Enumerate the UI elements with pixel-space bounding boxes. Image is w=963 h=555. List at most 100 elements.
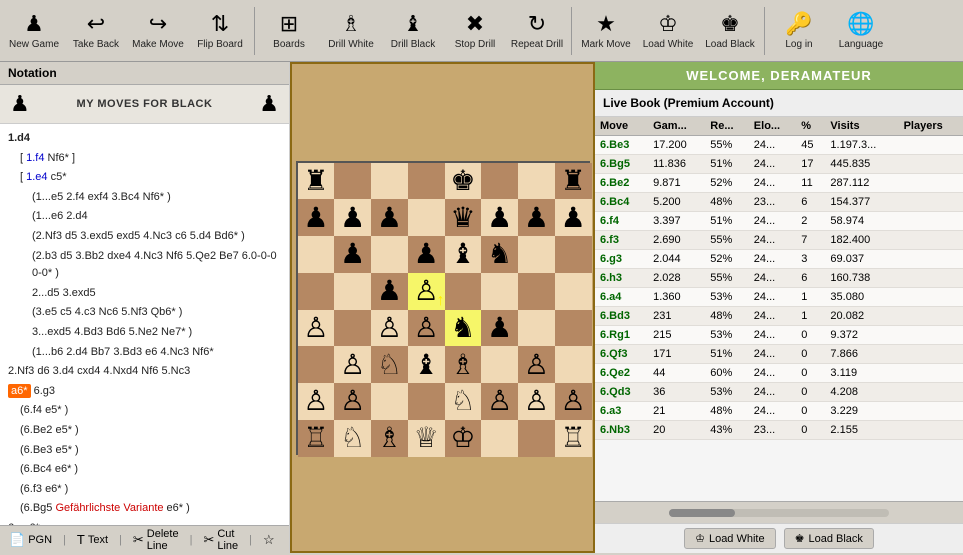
cell-a8[interactable]: ♜ xyxy=(298,163,335,200)
cell-f8[interactable] xyxy=(481,163,518,200)
cell-f5[interactable] xyxy=(481,273,518,310)
drill-black-button[interactable]: ♝ Drill Black xyxy=(383,3,443,59)
cell-e4[interactable]: ♞ xyxy=(445,310,482,347)
scrollbar-thumb[interactable] xyxy=(669,509,735,517)
cell-c3[interactable]: ♘ xyxy=(371,346,408,383)
repeat-drill-button[interactable]: ↻ Repeat Drill xyxy=(507,3,567,59)
table-row[interactable]: 6.Rg121553%24...09.372 xyxy=(595,326,963,345)
cell-h6[interactable] xyxy=(555,236,592,273)
cut-line-button[interactable]: ✂ Cut Line xyxy=(198,525,243,555)
cell-c2[interactable] xyxy=(371,383,408,420)
cell-a3[interactable] xyxy=(298,346,335,383)
notation-content[interactable]: 1.d4 [ 1.f4 Nf6* ] [ 1.e4 c5* (1...e5 2.… xyxy=(0,124,289,525)
table-row[interactable]: 6.f43.39751%24...258.974 xyxy=(595,212,963,231)
cell-h8[interactable]: ♜ xyxy=(555,163,592,200)
cell-h7[interactable]: ♟ xyxy=(555,199,592,236)
cell-c1[interactable]: ♗ xyxy=(371,420,408,457)
cell-d1[interactable]: ♕ xyxy=(408,420,445,457)
table-row[interactable]: 6.Bd323148%24...120.082 xyxy=(595,307,963,326)
cell-a4[interactable]: ♙ xyxy=(298,310,335,347)
move-cell[interactable]: 6.Qd3 xyxy=(595,383,648,402)
cell-g7[interactable]: ♟ xyxy=(518,199,555,236)
make-move-button[interactable]: ↪ Make Move xyxy=(128,3,188,59)
cell-d8[interactable] xyxy=(408,163,445,200)
text-button[interactable]: T Text xyxy=(72,529,113,550)
cell-e8[interactable]: ♚ xyxy=(445,163,482,200)
cell-h3[interactable] xyxy=(555,346,592,383)
move-cell[interactable]: 6.Qe2 xyxy=(595,364,648,383)
cell-a1[interactable]: ♖ xyxy=(298,420,335,457)
move-cell[interactable]: 6.Be2 xyxy=(595,174,648,193)
table-row[interactable]: 6.Be29.87152%24...11287.112 xyxy=(595,174,963,193)
move-cell[interactable]: 6.h3 xyxy=(595,269,648,288)
cell-f2[interactable]: ♙ xyxy=(481,383,518,420)
cell-d3[interactable]: ♝ xyxy=(408,346,445,383)
cell-d7[interactable] xyxy=(408,199,445,236)
cell-c8[interactable] xyxy=(371,163,408,200)
cell-b3[interactable]: ♙ xyxy=(334,346,371,383)
cell-g8[interactable] xyxy=(518,163,555,200)
cell-a6[interactable] xyxy=(298,236,335,273)
cell-d6[interactable]: ♟ xyxy=(408,236,445,273)
cell-g2[interactable]: ♙ xyxy=(518,383,555,420)
table-row[interactable]: 6.Be317.20055%24...451.197.3... xyxy=(595,136,963,155)
cell-f1[interactable] xyxy=(481,420,518,457)
take-back-button[interactable]: ↩ Take Back xyxy=(66,3,126,59)
table-row[interactable]: 6.Qe24460%24...03.119 xyxy=(595,364,963,383)
new-game-button[interactable]: ♟ New Game xyxy=(4,3,64,59)
move-cell[interactable]: 6.Bg5 xyxy=(595,155,648,174)
cell-b1[interactable]: ♘ xyxy=(334,420,371,457)
delete-line-button[interactable]: ✂ Delete Line xyxy=(128,525,184,555)
star1-button[interactable]: ☆ xyxy=(258,529,280,551)
cell-h4[interactable] xyxy=(555,310,592,347)
chessboard[interactable]: ♜♚♜♟♟♟♛♟♟♟♟♟♝♞♟♙↑♙♙♙♞♟♙♘♝♗♙♙♙♘♙♙♙♖♘♗♕♔♖ xyxy=(296,161,590,455)
load-black-toolbar-button[interactable]: ♚ Load Black xyxy=(700,3,760,59)
cell-c7[interactable]: ♟ xyxy=(371,199,408,236)
boards-button[interactable]: ⊞ Boards xyxy=(259,3,319,59)
scrollbar-track[interactable] xyxy=(669,509,890,517)
move-cell[interactable]: 6.Bc4 xyxy=(595,193,648,212)
table-row[interactable]: 6.a41.36053%24...135.080 xyxy=(595,288,963,307)
cell-f7[interactable]: ♟ xyxy=(481,199,518,236)
cell-e7[interactable]: ♛ xyxy=(445,199,482,236)
cell-b8[interactable] xyxy=(334,163,371,200)
table-row[interactable]: 6.h32.02855%24...6160.738 xyxy=(595,269,963,288)
table-row[interactable]: 6.Qf317151%24...07.866 xyxy=(595,345,963,364)
cell-e2[interactable]: ♘ xyxy=(445,383,482,420)
flip-board-button[interactable]: ⇅ Flip Board xyxy=(190,3,250,59)
table-row[interactable]: 6.a32148%24...03.229 xyxy=(595,402,963,421)
cell-a7[interactable]: ♟ xyxy=(298,199,335,236)
cell-g5[interactable] xyxy=(518,273,555,310)
move-cell[interactable]: 6.Be3 xyxy=(595,136,648,155)
cell-g6[interactable] xyxy=(518,236,555,273)
cell-c4[interactable]: ♙ xyxy=(371,310,408,347)
cell-c5[interactable]: ♟ xyxy=(371,273,408,310)
cell-a2[interactable]: ♙ xyxy=(298,383,335,420)
cell-e5[interactable] xyxy=(445,273,482,310)
cell-f3[interactable] xyxy=(481,346,518,383)
cell-h2[interactable]: ♙ xyxy=(555,383,592,420)
load-black-bottom-button[interactable]: ♚ Load Black xyxy=(784,528,874,549)
stop-drill-button[interactable]: ✖ Stop Drill xyxy=(445,3,505,59)
cell-c6[interactable] xyxy=(371,236,408,273)
table-row[interactable]: 6.f32.69055%24...7182.400 xyxy=(595,231,963,250)
cell-e3[interactable]: ♗ xyxy=(445,346,482,383)
move-cell[interactable]: 6.Nb3 xyxy=(595,421,648,440)
cell-d5[interactable]: ♙↑ xyxy=(408,273,445,310)
move-cell[interactable]: 6.Bd3 xyxy=(595,307,648,326)
cell-h1[interactable]: ♖ xyxy=(555,420,592,457)
cell-b7[interactable]: ♟ xyxy=(334,199,371,236)
move-cell[interactable]: 6.f4 xyxy=(595,212,648,231)
cell-b6[interactable]: ♟ xyxy=(334,236,371,273)
load-white-bottom-button[interactable]: ♔ Load White xyxy=(684,528,776,549)
cell-g3[interactable]: ♙ xyxy=(518,346,555,383)
move-cell[interactable]: 6.a3 xyxy=(595,402,648,421)
pgn-button[interactable]: 📄 PGN xyxy=(4,529,57,551)
table-row[interactable]: 6.Bc45.20048%23...6154.377 xyxy=(595,193,963,212)
move-cell[interactable]: 6.f3 xyxy=(595,231,648,250)
move-cell[interactable]: 6.g3 xyxy=(595,250,648,269)
language-button[interactable]: 🌐 Language xyxy=(831,3,891,59)
drill-white-button[interactable]: ♗ Drill White xyxy=(321,3,381,59)
table-row[interactable]: 6.Bg511.83651%24...17445.835 xyxy=(595,155,963,174)
mark-move-button[interactable]: ★ Mark Move xyxy=(576,3,636,59)
